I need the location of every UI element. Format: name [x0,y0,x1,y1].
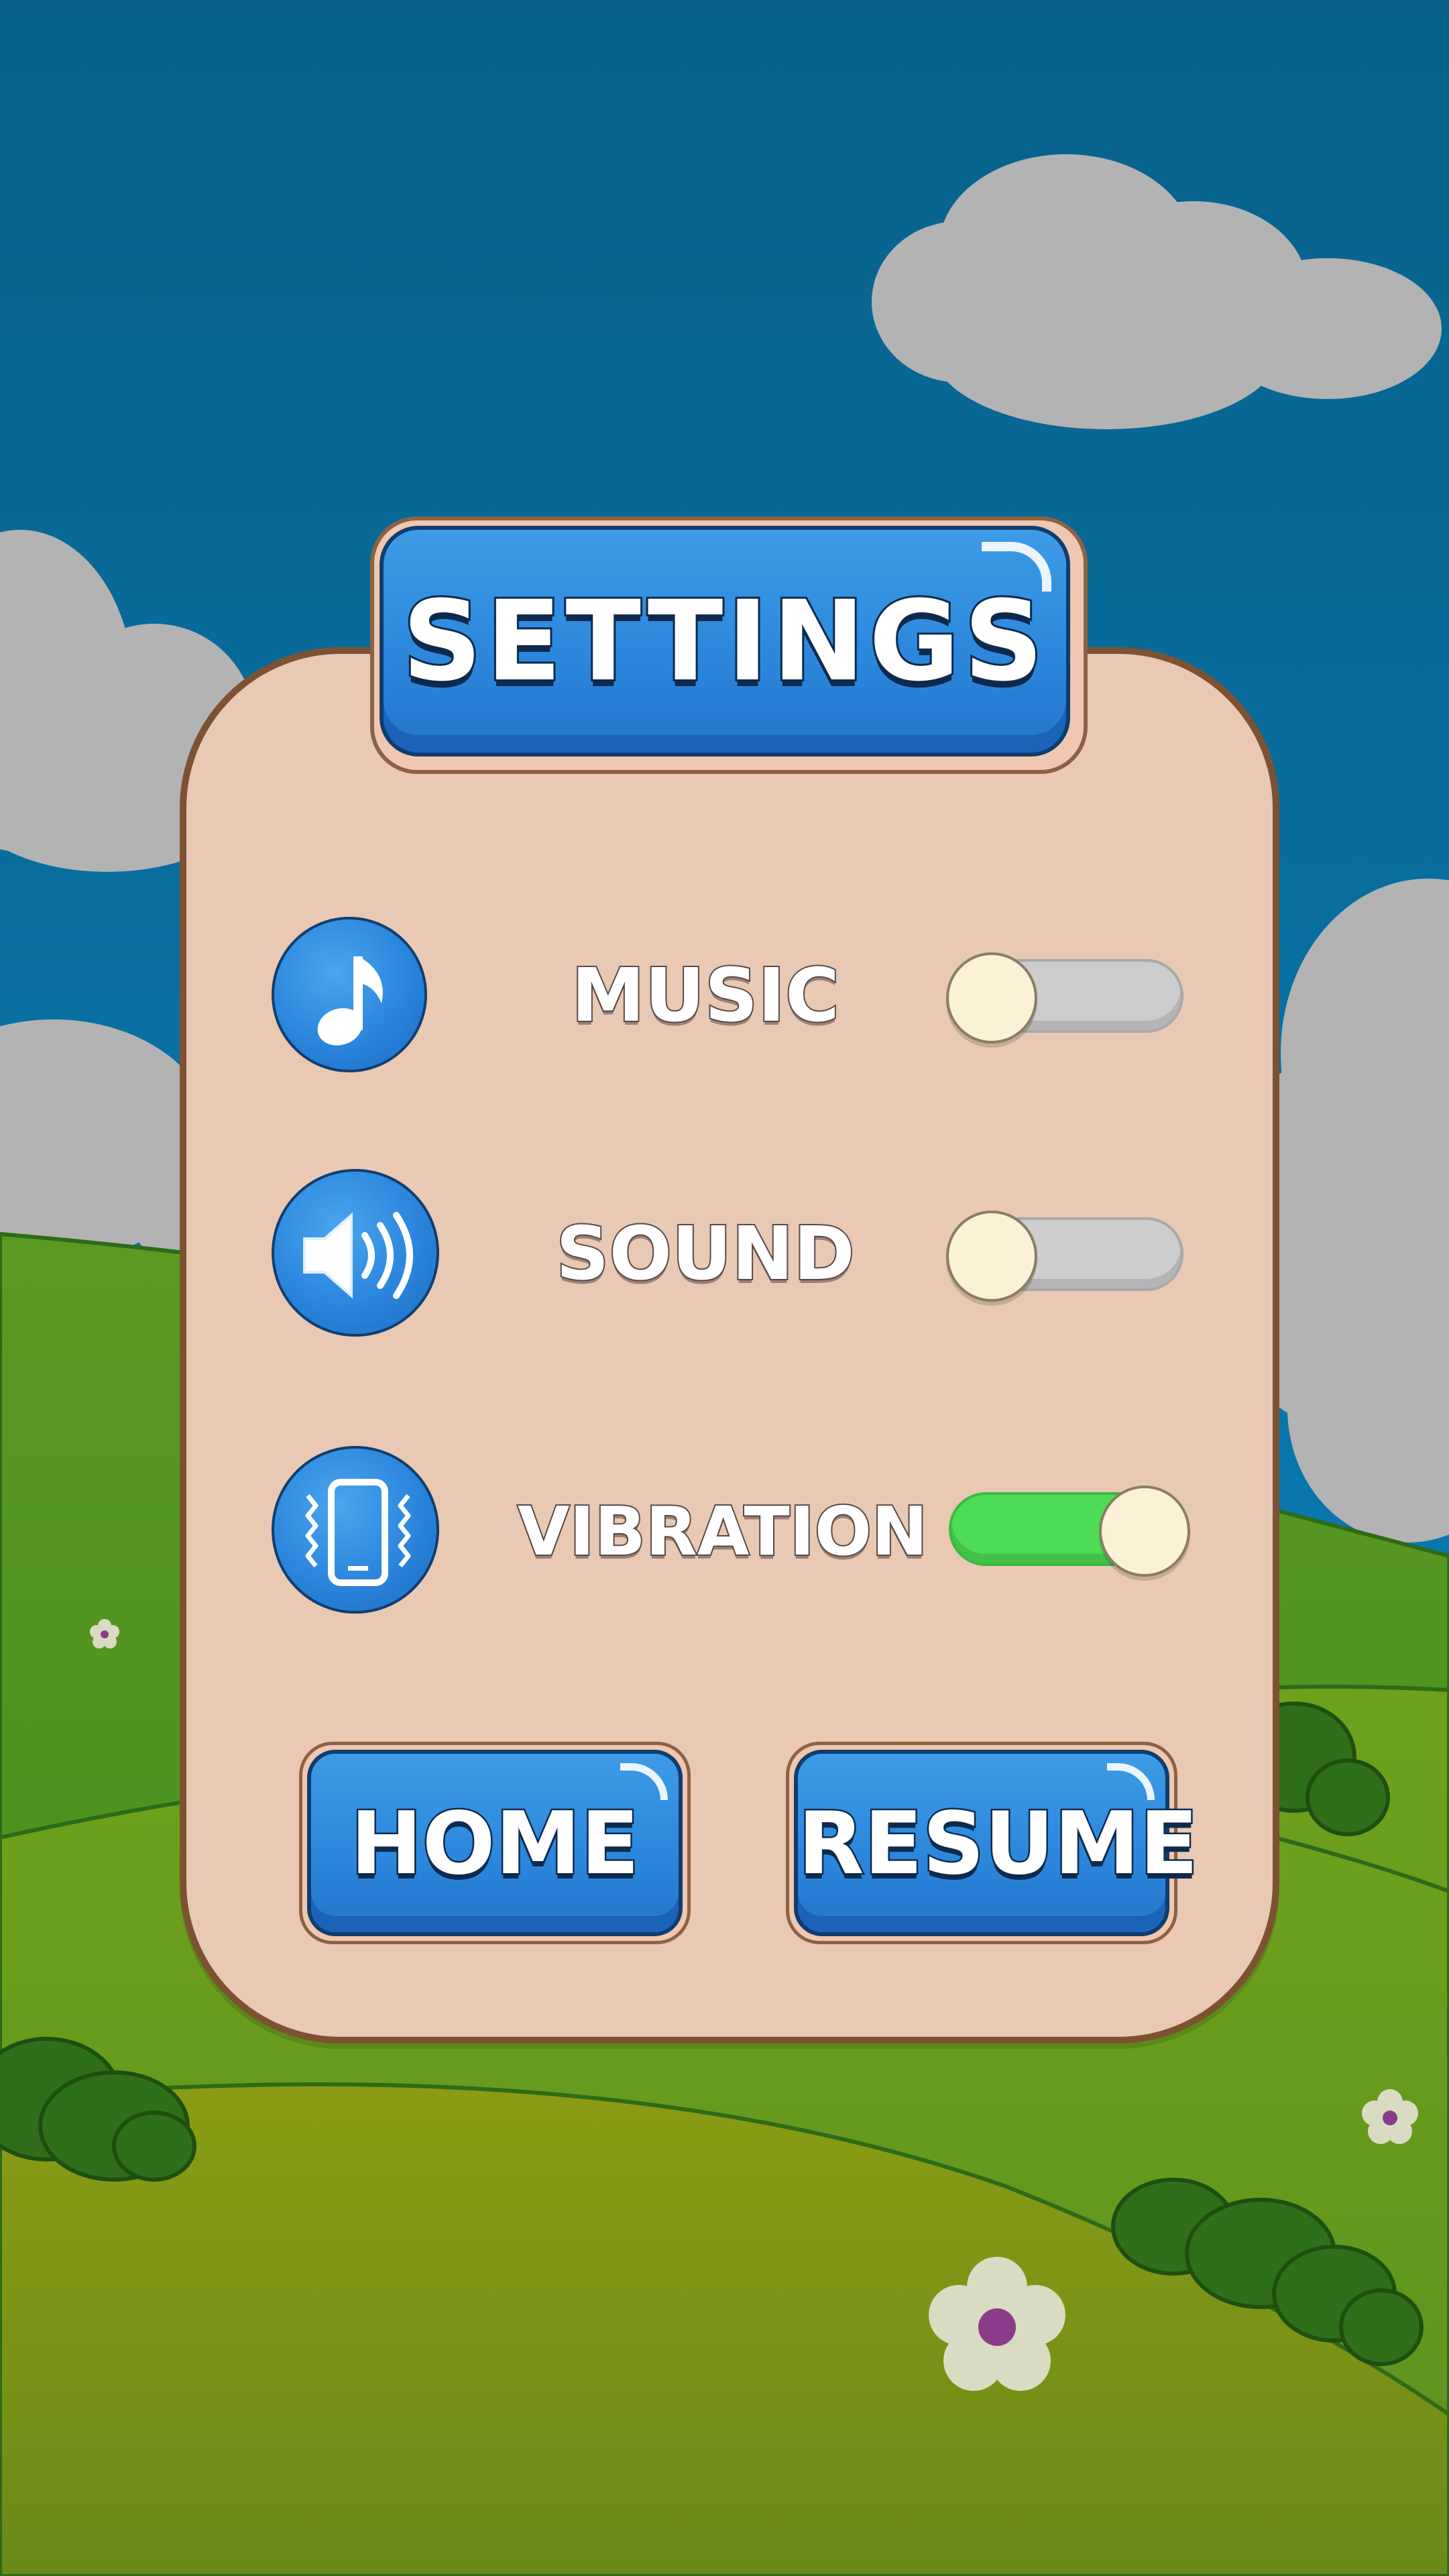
music-icon-badge [272,917,427,1072]
sound-icon-badge [272,1169,439,1337]
resume-button[interactable]: RESUME [794,1750,1200,1936]
gloss-highlight [1107,1763,1155,1800]
resume-button-label: RESUME [797,1793,1200,1896]
phone-vibration-icon [305,1479,411,1586]
sound-toggle-knob[interactable] [946,1211,1037,1302]
speaker-icon [303,1212,413,1299]
vibration-toggle[interactable] [949,1486,1190,1577]
sound-label: SOUND [555,1209,856,1298]
music-note-icon [317,956,383,1046]
music-toggle[interactable] [946,952,1183,1044]
title-banner: SETTINGS [380,526,1070,757]
page-title: SETTINGS [400,575,1048,708]
vibration-label: VIBRATION [516,1491,929,1572]
home-button-label: HOME [349,1793,641,1896]
sound-toggle[interactable] [946,1211,1183,1302]
gloss-highlight [982,542,1051,592]
music-label: MUSIC [570,951,841,1040]
gloss-highlight [620,1763,668,1800]
home-button[interactable]: HOME [307,1750,683,1936]
game-scene: SETTINGS MUSIC SOUND VIBRATION HOME RESU… [0,0,1449,2576]
music-toggle-knob[interactable] [946,952,1037,1044]
vibration-icon-badge [272,1446,439,1614]
vibration-toggle-knob[interactable] [1099,1486,1190,1577]
